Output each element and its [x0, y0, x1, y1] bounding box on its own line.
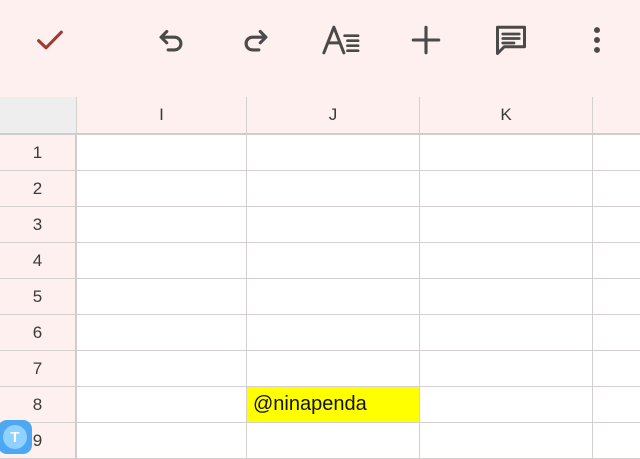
- cell-k8[interactable]: [420, 387, 593, 423]
- select-all-corner[interactable]: [0, 97, 77, 135]
- cell-j3[interactable]: [247, 207, 420, 243]
- cell-i3[interactable]: [77, 207, 247, 243]
- cell-i1[interactable]: [77, 135, 247, 171]
- cell-j6[interactable]: [247, 315, 420, 351]
- cell-col37[interactable]: [593, 351, 640, 387]
- add-icon[interactable]: [404, 18, 448, 62]
- cell-j4[interactable]: [247, 243, 420, 279]
- cell-k9[interactable]: [420, 423, 593, 459]
- spreadsheet-grid: I J K 1 2 3 4 5 6 7 8 9 @ninapenda: [0, 97, 640, 459]
- redo-icon[interactable]: [234, 18, 278, 62]
- cell-i5[interactable]: [77, 279, 247, 315]
- undo-icon[interactable]: [149, 18, 193, 62]
- column-header-k[interactable]: K: [420, 97, 593, 135]
- cell-col39[interactable]: [593, 423, 640, 459]
- cell-col32[interactable]: [593, 171, 640, 207]
- translate-bubble-icon: T: [3, 425, 27, 449]
- row-header-1[interactable]: 1: [0, 135, 77, 171]
- more-vert-icon[interactable]: [575, 18, 619, 62]
- floating-translate-button[interactable]: T: [0, 420, 32, 454]
- check-icon[interactable]: [28, 18, 72, 62]
- cell-j2[interactable]: [247, 171, 420, 207]
- cell-i2[interactable]: [77, 171, 247, 207]
- comment-icon[interactable]: [489, 18, 533, 62]
- cell-k7[interactable]: [420, 351, 593, 387]
- cell-k3[interactable]: [420, 207, 593, 243]
- text-format-icon[interactable]: [319, 18, 363, 62]
- cell-j1[interactable]: [247, 135, 420, 171]
- cell-k5[interactable]: [420, 279, 593, 315]
- column-header-i[interactable]: I: [77, 97, 247, 135]
- cell-k6[interactable]: [420, 315, 593, 351]
- cell-j5[interactable]: [247, 279, 420, 315]
- cell-k1[interactable]: [420, 135, 593, 171]
- cell-i7[interactable]: [77, 351, 247, 387]
- cell-i4[interactable]: [77, 243, 247, 279]
- cell-i6[interactable]: [77, 315, 247, 351]
- row-header-4[interactable]: 4: [0, 243, 77, 279]
- cell-col31[interactable]: [593, 135, 640, 171]
- toolbar: [0, 0, 640, 97]
- cell-j9[interactable]: [247, 423, 420, 459]
- cell-i9[interactable]: [77, 423, 247, 459]
- row-header-6[interactable]: 6: [0, 315, 77, 351]
- cell-k4[interactable]: [420, 243, 593, 279]
- cell-j7[interactable]: [247, 351, 420, 387]
- cell-col34[interactable]: [593, 243, 640, 279]
- row-header-2[interactable]: 2: [0, 171, 77, 207]
- row-header-3[interactable]: 3: [0, 207, 77, 243]
- row-header-8[interactable]: 8: [0, 387, 77, 423]
- column-header-j[interactable]: J: [247, 97, 420, 135]
- cell-j8[interactable]: @ninapenda: [247, 387, 420, 423]
- column-header-next[interactable]: [593, 97, 640, 135]
- cell-col33[interactable]: [593, 207, 640, 243]
- cell-col35[interactable]: [593, 279, 640, 315]
- cell-k2[interactable]: [420, 171, 593, 207]
- cell-col36[interactable]: [593, 315, 640, 351]
- cell-i8[interactable]: [77, 387, 247, 423]
- cell-col38[interactable]: [593, 387, 640, 423]
- row-header-5[interactable]: 5: [0, 279, 77, 315]
- row-header-7[interactable]: 7: [0, 351, 77, 387]
